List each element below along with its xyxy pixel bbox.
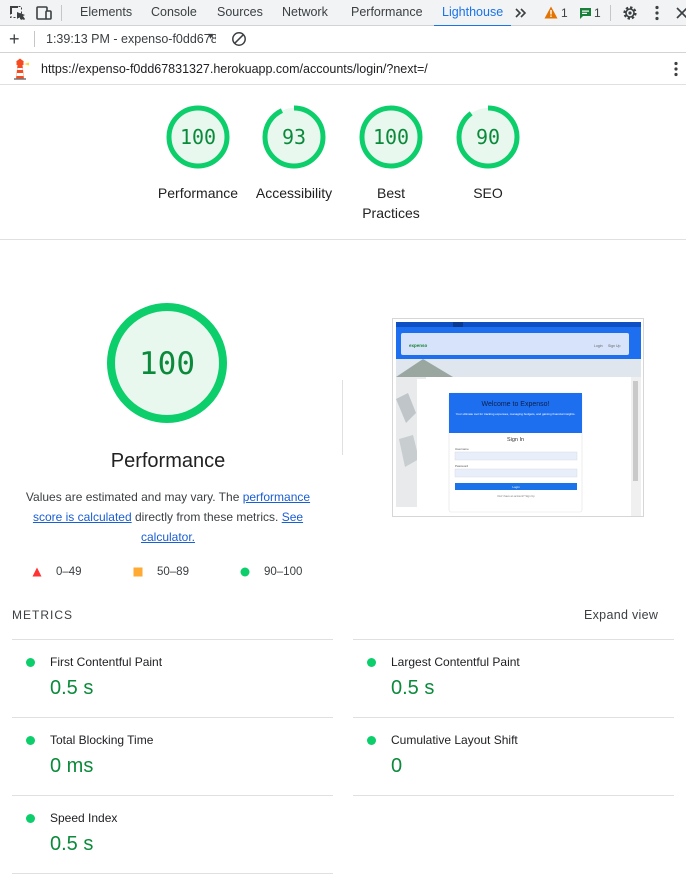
chevron-down-icon[interactable]: ▾ bbox=[208, 31, 213, 42]
gauge-score: 90 bbox=[476, 125, 500, 149]
report-menu-icon[interactable] bbox=[670, 61, 682, 77]
gauge-label: Accessibility bbox=[255, 185, 333, 201]
description-text: directly from these metrics. bbox=[131, 510, 282, 524]
section-divider bbox=[342, 380, 343, 455]
gauge-label: Performance bbox=[157, 185, 239, 201]
metric-value: 0 bbox=[391, 755, 403, 777]
performance-gauge-large: 100 bbox=[107, 303, 227, 423]
metric-name: Cumulative Layout Shift bbox=[391, 733, 518, 747]
metric-name: First Contentful Paint bbox=[50, 655, 163, 669]
message-icon[interactable] bbox=[579, 7, 592, 19]
clear-icon[interactable] bbox=[231, 31, 247, 47]
screenshot-image: expenso Login Sign Up Welcome to Expenso… bbox=[393, 319, 643, 516]
description-text: Values are estimated and may vary. The bbox=[25, 490, 243, 504]
metric-name: Speed Index bbox=[50, 811, 118, 825]
gauge-score: 93 bbox=[282, 125, 306, 149]
expand-view-toggle[interactable]: Expand view bbox=[584, 608, 658, 622]
tab-console[interactable]: Console bbox=[151, 0, 197, 26]
metric-name: Total Blocking Time bbox=[50, 733, 154, 747]
tab-performance[interactable]: Performance bbox=[351, 0, 423, 26]
gauge-ring: 90 bbox=[456, 105, 520, 169]
metric-value: 0 ms bbox=[50, 755, 94, 777]
pass-dot-icon bbox=[26, 736, 35, 745]
square-icon bbox=[133, 567, 143, 577]
thumb-brand: expenso bbox=[409, 343, 428, 348]
close-icon[interactable] bbox=[673, 4, 686, 22]
performance-title: Performance bbox=[110, 450, 226, 472]
settings-icon[interactable] bbox=[621, 4, 639, 22]
performance-description: Values are estimated and may vary. The p… bbox=[18, 487, 318, 547]
metric-value: 0.5 s bbox=[50, 677, 94, 699]
pass-dot-icon bbox=[367, 736, 376, 745]
report-url[interactable]: https://expenso-f0dd67831327.herokuapp.c… bbox=[41, 62, 428, 76]
gauge-accessibility[interactable]: 93 Accessibility bbox=[244, 103, 344, 203]
thumb-username-label: Username bbox=[455, 447, 469, 451]
metric-value: 0.5 s bbox=[391, 677, 435, 699]
final-screenshot-thumbnail[interactable]: expenso Login Sign Up Welcome to Expenso… bbox=[392, 318, 644, 517]
metric-tbt: Total Blocking Time 0 ms bbox=[12, 717, 333, 795]
gauge-label: Best Practices bbox=[362, 185, 420, 221]
metrics-header: METRICS bbox=[12, 608, 73, 622]
legend-fail: 0–49 bbox=[32, 564, 102, 580]
toolbar-separator bbox=[610, 5, 611, 21]
gauge-seo[interactable]: 90 SEO bbox=[438, 103, 538, 203]
legend-range: 0–49 bbox=[56, 566, 82, 578]
toolbar-separator bbox=[34, 31, 35, 47]
report-url-bar: https://expenso-f0dd67831327.herokuapp.c… bbox=[0, 53, 686, 85]
circle-icon bbox=[240, 567, 250, 577]
metric-cls: Cumulative Layout Shift 0 bbox=[353, 717, 674, 795]
legend-average: 50–89 bbox=[133, 564, 203, 580]
metric-grid-divider bbox=[353, 795, 674, 796]
warning-icon[interactable] bbox=[544, 6, 558, 19]
lighthouse-toolbar: + 1:39:13 PM - expenso-f0dd678 ▾ bbox=[0, 26, 686, 53]
metric-name: Largest Contentful Paint bbox=[391, 655, 520, 669]
warnings-count[interactable]: 1 bbox=[561, 6, 568, 20]
tab-network[interactable]: Network bbox=[282, 0, 328, 26]
lighthouse-logo-icon bbox=[14, 58, 29, 80]
thumb-nav-signup: Sign Up bbox=[608, 344, 621, 348]
tab-lighthouse[interactable]: Lighthouse bbox=[433, 0, 512, 27]
legend-pass: 90–100 bbox=[240, 564, 320, 580]
thumb-tagline: Your ultimate tool for tracking expenses… bbox=[456, 412, 576, 416]
thumb-login-button: Login bbox=[512, 485, 520, 489]
thumb-sign-in: Sign In bbox=[507, 437, 524, 443]
gauge-ring: 93 bbox=[262, 105, 326, 169]
gauge-label: SEO bbox=[473, 185, 503, 201]
inspect-icon[interactable] bbox=[8, 4, 26, 22]
thumb-welcome: Welcome to Expenso! bbox=[482, 401, 550, 408]
new-report-button[interactable]: + bbox=[9, 29, 20, 49]
thumb-password-label: Password bbox=[455, 464, 469, 468]
gauge-best-practices[interactable]: 100 Best Practices bbox=[341, 103, 441, 223]
tab-elements[interactable]: Elements bbox=[80, 0, 132, 26]
gauge-score: 100 bbox=[180, 125, 216, 149]
pass-dot-icon bbox=[367, 658, 376, 667]
performance-score: 100 bbox=[139, 346, 195, 382]
report-selector[interactable]: 1:39:13 PM - expenso-f0dd678 bbox=[46, 32, 216, 46]
thumb-nav-login: Login bbox=[594, 344, 603, 348]
devtools-tab-bar: Elements Console Sources Network Perform… bbox=[0, 0, 686, 27]
pass-dot-icon bbox=[26, 814, 35, 823]
category-gauges: 100 Performance 93 Accessibility 100 Bes… bbox=[0, 85, 686, 240]
gauge-score: 100 bbox=[373, 125, 409, 149]
kebab-icon[interactable] bbox=[648, 4, 666, 22]
metric-value: 0.5 s bbox=[50, 833, 94, 855]
pass-dot-icon bbox=[26, 658, 35, 667]
legend-range: 50–89 bbox=[157, 566, 189, 578]
gauge-ring: 100 bbox=[359, 105, 423, 169]
tab-sources[interactable]: Sources bbox=[217, 0, 263, 26]
legend-range: 90–100 bbox=[264, 566, 303, 578]
metric-fcp: First Contentful Paint 0.5 s bbox=[12, 639, 333, 717]
metrics-bottom-divider bbox=[12, 873, 333, 874]
triangle-icon bbox=[32, 567, 42, 577]
toolbar-separator bbox=[61, 5, 62, 21]
device-toolbar-icon[interactable] bbox=[35, 4, 53, 22]
metric-lcp: Largest Contentful Paint 0.5 s bbox=[353, 639, 674, 717]
messages-count[interactable]: 1 bbox=[594, 6, 601, 20]
gauge-performance[interactable]: 100 Performance bbox=[148, 103, 248, 203]
more-tabs-icon[interactable] bbox=[514, 6, 528, 20]
thumb-signup-link: Don't have an account? Sign Up bbox=[497, 494, 535, 498]
gauge-ring: 100 bbox=[166, 105, 230, 169]
metric-speed-index: Speed Index 0.5 s bbox=[12, 795, 333, 873]
